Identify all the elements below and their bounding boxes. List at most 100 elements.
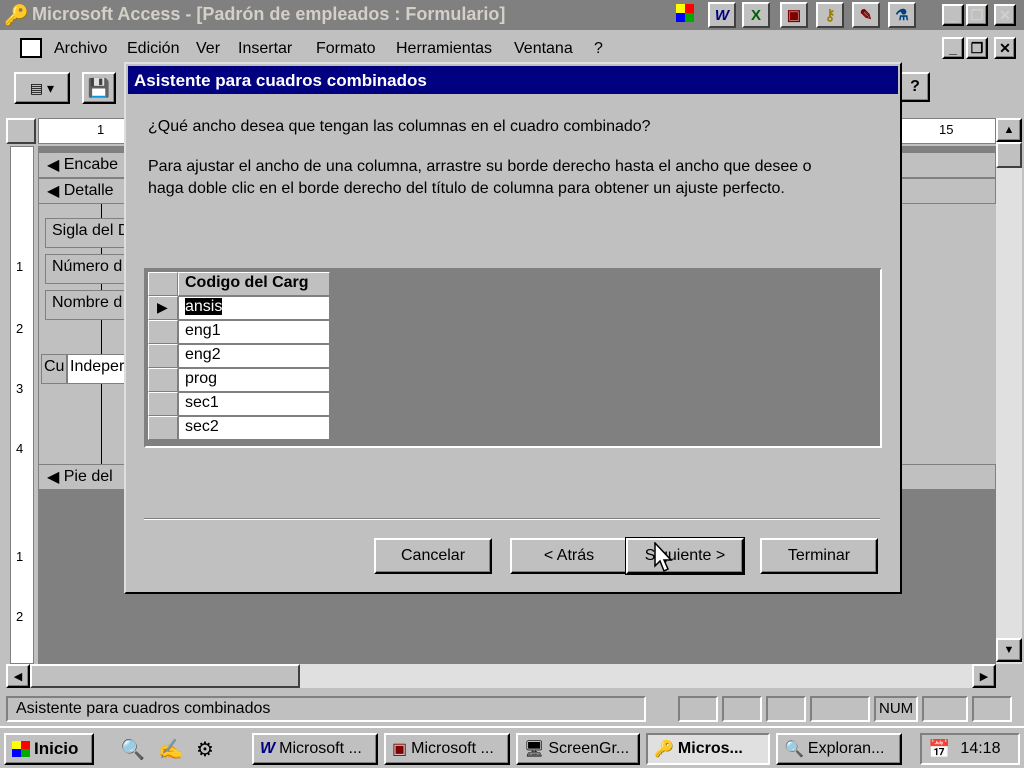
ruler-mark: 2 (16, 609, 24, 624)
scroll-up-icon[interactable]: ▲ (996, 118, 1022, 142)
task-word[interactable]: W Microsoft ... (252, 733, 378, 765)
grid-corner (148, 272, 178, 296)
windows-logo-icon (12, 741, 30, 757)
task-explorer[interactable]: 🔍 Exploran... (776, 733, 902, 765)
ruler-mark: 1 (16, 259, 24, 274)
list-item[interactable]: eng1 (178, 320, 330, 344)
help-icon[interactable]: ? (900, 72, 930, 102)
office-tools-icon[interactable]: ⚗ (888, 2, 916, 28)
view-icon[interactable]: ▤ ▾ (14, 72, 70, 104)
doc-restore-button[interactable]: ❐ (966, 37, 988, 59)
finish-button[interactable]: Terminar (760, 538, 878, 574)
list-item[interactable]: sec2 (178, 416, 330, 440)
quicklaunch-explorer-icon[interactable]: 🔍 (120, 737, 145, 762)
list-item[interactable]: eng2 (178, 344, 330, 368)
field-numero[interactable]: Número d (45, 254, 135, 284)
row-selector[interactable]: ▶ (148, 296, 178, 320)
scroll-thumb[interactable] (996, 142, 1022, 168)
menu-edicion[interactable]: Edición (127, 40, 179, 58)
status-message: Asistente para cuadros combinados (16, 700, 271, 717)
dialog-divider (144, 518, 880, 520)
back-button[interactable]: < Atrás (510, 538, 628, 574)
task-label: Exploran... (807, 740, 885, 757)
mouse-cursor-icon (654, 542, 673, 573)
task-access-active[interactable]: 🔑 Micros... (646, 733, 770, 765)
doc-close-button[interactable]: ✕ (994, 37, 1016, 59)
task-screengrab[interactable]: 🖥 ScreenGr... (516, 733, 640, 765)
doc-minimize-button[interactable]: _ (942, 37, 964, 59)
task-powerpoint[interactable]: ▣ Microsoft ... (384, 733, 510, 765)
side-ruler: 1 2 3 4 1 2 (10, 146, 34, 664)
ruler-mark: 15 (939, 122, 954, 137)
word-icon[interactable]: W (708, 2, 736, 28)
row-selector[interactable] (148, 368, 178, 392)
title-bar: 🔑 Microsoft Access - [Padrón de empleado… (0, 0, 1024, 30)
menu-ver[interactable]: Ver (196, 40, 220, 58)
dialog-question: ¿Qué ancho desea que tengan las columnas… (148, 118, 651, 135)
num-lock-text: NUM (879, 700, 914, 717)
current-row-arrow-icon: ▶ (157, 299, 168, 315)
close-button[interactable]: ✕ (994, 4, 1016, 26)
list-item[interactable]: ansis (178, 296, 330, 320)
powerpoint-icon: ▣ (392, 741, 408, 758)
ruler-mark: 2 (16, 321, 24, 336)
scroll-left-icon[interactable]: ◀ (6, 664, 30, 688)
task-label: Microsoft ... (279, 740, 362, 757)
status-panel (922, 696, 968, 722)
clock[interactable]: 14:18 (960, 740, 1000, 758)
start-button[interactable]: Inicio (4, 733, 94, 765)
row-selector[interactable] (148, 320, 178, 344)
hscroll-thumb[interactable] (30, 664, 300, 688)
task-label: Microsoft ... (411, 740, 494, 757)
status-panel (810, 696, 870, 722)
field-independiente[interactable]: Indeper (67, 354, 129, 384)
quicklaunch-tools-icon[interactable]: ⚙ (196, 737, 214, 762)
quicklaunch-edit-icon[interactable]: ✍ (158, 737, 183, 762)
ruler-corner (6, 118, 36, 144)
powerpoint-icon[interactable]: ▣ (780, 2, 808, 28)
next-button[interactable]: Siguiente > (625, 537, 745, 575)
monitor-icon: 🖥 (524, 741, 545, 758)
column-width-grid[interactable]: Codigo del Carg ▶ ansis eng1 eng2 prog s… (144, 268, 882, 448)
explorer-icon: 🔍 (784, 741, 804, 758)
scheduler-icon[interactable]: 📅 (928, 739, 950, 760)
list-item[interactable]: sec1 (178, 392, 330, 416)
access-icon[interactable]: ⚷ (816, 2, 844, 28)
cancel-button[interactable]: Cancelar (374, 538, 492, 574)
menu-ventana[interactable]: Ventana (514, 40, 573, 58)
list-item[interactable]: prog (178, 368, 330, 392)
status-bar: Asistente para cuadros combinados NUM (0, 694, 1024, 724)
field-cu-label[interactable]: Cu (41, 354, 67, 384)
row-selector[interactable] (148, 344, 178, 368)
menu-insertar[interactable]: Insertar (238, 40, 292, 58)
restore-button[interactable]: ❐ (966, 4, 988, 26)
menu-archivo[interactable]: Archivo (54, 40, 107, 58)
row-selector[interactable] (148, 392, 178, 416)
dialog-title: Asistente para cuadros combinados (128, 66, 898, 94)
section-arrow-icon: ◀ (47, 469, 64, 486)
office-colors-icon[interactable] (676, 4, 694, 22)
access-key-icon: 🔑 (654, 741, 674, 758)
ruler-mark: 4 (16, 441, 24, 456)
vertical-scrollbar[interactable]: ▲ ▼ (996, 118, 1022, 664)
column-header[interactable]: Codigo del Carg (178, 272, 330, 296)
scroll-right-icon[interactable]: ▶ (972, 664, 996, 688)
minimize-button[interactable]: _ (942, 4, 964, 26)
ruler-mark: 3 (16, 381, 24, 396)
menu-formato[interactable]: Formato (316, 40, 376, 58)
taskbar: Inicio 🔍 ✍ ⚙ W Microsoft ... ▣ Microsoft .… (0, 726, 1024, 768)
excel-icon[interactable]: X (742, 2, 770, 28)
field-nombre[interactable]: Nombre d (45, 290, 135, 320)
menu-help[interactable]: ? (594, 40, 603, 58)
status-panel (722, 696, 762, 722)
scroll-down-icon[interactable]: ▼ (996, 638, 1022, 662)
horizontal-scrollbar[interactable]: ◀ ▶ (6, 664, 996, 688)
menu-herramientas[interactable]: Herramientas (396, 40, 492, 58)
field-sigla[interactable]: Sigla del D (45, 218, 135, 248)
status-panel (972, 696, 1012, 722)
schedule-icon[interactable]: ✎ (852, 2, 880, 28)
form-system-icon[interactable] (20, 38, 42, 58)
save-icon[interactable]: 💾 (82, 72, 116, 104)
dialog-instructions-1: Para ajustar el ancho de una columna, ar… (148, 158, 812, 175)
row-selector[interactable] (148, 416, 178, 440)
